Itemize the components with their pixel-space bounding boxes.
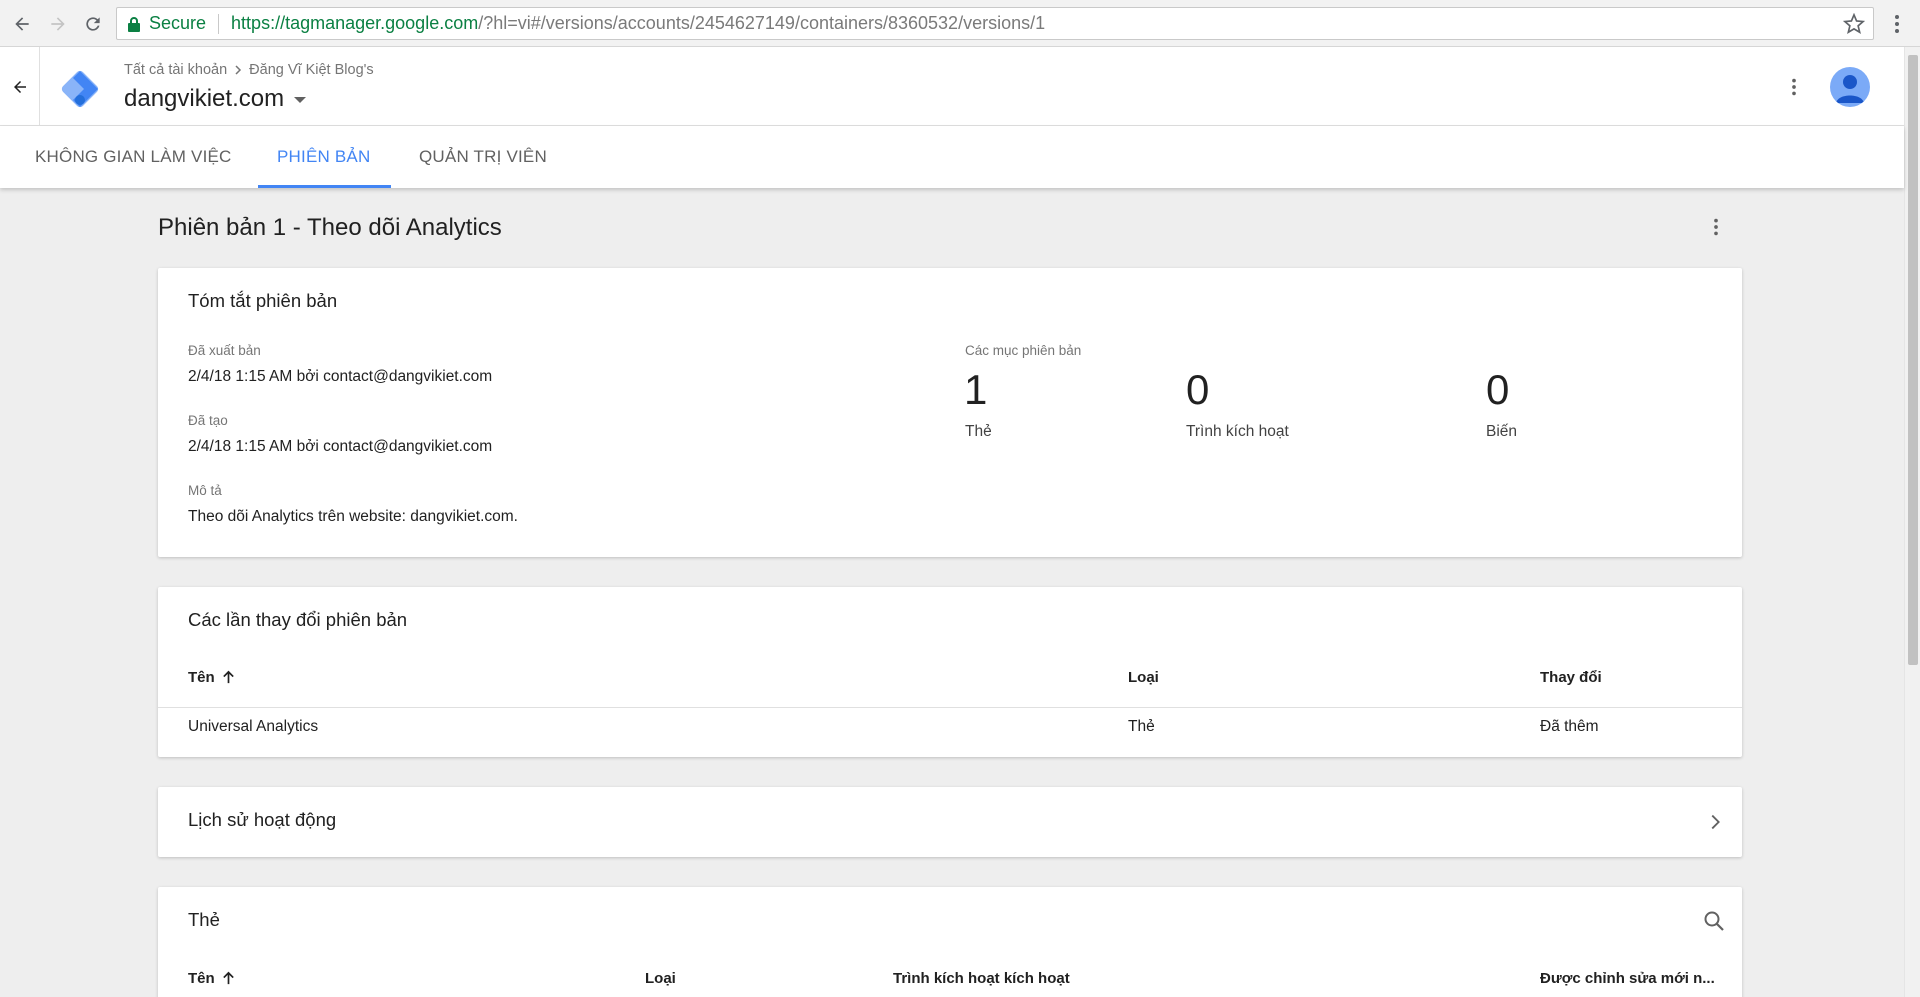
published-value: 2/4/18 1:15 AM bởi contact@dangvikiet.co… [188,368,493,385]
container-selector[interactable]: dangvikiet.com [124,85,307,113]
tag-count-label: Thẻ [965,423,992,440]
version-items-label: Các mục phiên bản [965,343,1082,358]
tags-column-type[interactable]: Loại [645,970,676,987]
version-summary-card: Tóm tắt phiên bản Đã xuất bản 2/4/18 1:1… [158,268,1742,557]
tags-column-triggers[interactable]: Trình kích hoạt kích hoạt [893,970,1070,987]
tab-versions[interactable]: PHIÊN BẢN [277,126,370,188]
created-value: 2/4/18 1:15 AM bởi contact@dangvikiet.co… [188,438,493,455]
column-header-type[interactable]: Loại [1128,669,1159,686]
lock-icon [128,16,140,32]
column-header-name[interactable]: Tên [188,669,236,686]
arrow-right-icon [51,17,65,31]
secure-label: Secure [149,13,207,33]
description-value: Theo dõi Analytics trên website: dangvik… [188,508,518,525]
dropdown-caret-icon [294,97,307,103]
sort-ascending-icon [222,670,234,684]
more-vert-icon [1792,78,1796,96]
browser-toolbar: Secure https://tagmanager.google.com /?h… [0,0,1920,47]
account-icon [1836,75,1864,103]
main-content: Phiên bản 1 - Theo dõi Analytics Tóm tắt… [0,188,1904,997]
breadcrumb-all-accounts[interactable]: Tất cả tài khoản [124,62,227,78]
created-label: Đã tạo [188,413,228,428]
column-name-label: Tên [188,669,215,686]
variable-count: 0 [1486,366,1510,413]
changes-title: Các lần thay đổi phiên bản [188,609,408,630]
app-header: Tất cả tài khoản Đăng Vĩ Kiệt Blog's dan… [0,47,1904,126]
description-label: Mô tả [188,483,222,498]
back-button[interactable] [0,47,40,126]
version-actions-button[interactable] [1704,215,1728,239]
browser-reload-button[interactable] [81,12,105,36]
tab-admin[interactable]: QUẢN TRỊ VIÊN [419,126,547,188]
reload-icon [86,17,100,31]
arrow-back-icon [13,80,26,93]
change-row-name[interactable]: Universal Analytics [188,718,318,736]
column-header-change[interactable]: Thay đổi [1540,669,1602,686]
browser-menu-icon[interactable] [1887,12,1907,36]
trigger-count-label: Trình kích hoạt [1186,423,1289,440]
tags-column-name-label: Tên [188,970,215,987]
arrow-left-icon [15,17,29,31]
search-icon[interactable] [1702,909,1726,933]
tag-manager-logo [61,70,99,108]
url-path: /?hl=vi#/versions/accounts/2454627149/co… [478,13,1046,33]
url-host: https://tagmanager.google.com [231,13,479,33]
breadcrumb: Tất cả tài khoản Đăng Vĩ Kiệt Blog's [124,62,374,78]
change-row-type: Thẻ [1128,718,1155,735]
browser-back-button[interactable] [10,12,34,36]
activity-history-card[interactable]: Lịch sử hoạt động [158,787,1742,857]
address-bar[interactable]: Secure https://tagmanager.google.com /?h… [116,7,1874,40]
more-vert-icon [1714,218,1718,236]
tags-title: Thẻ [188,909,220,930]
tags-column-last-edited[interactable]: Được chỉnh sửa mới n... [1540,970,1715,987]
tags-column-name[interactable]: Tên [188,970,236,987]
chevron-right-icon [235,65,242,75]
activity-title: Lịch sử hoạt động [188,809,337,830]
user-avatar[interactable] [1830,67,1870,107]
summary-title: Tóm tắt phiên bản [188,290,338,311]
tab-bar: KHÔNG GIAN LÀM VIỆC PHIÊN BẢN QUẢN TRỊ V… [0,126,1904,188]
bookmark-star-icon[interactable] [1843,13,1865,35]
version-changes-card: Các lần thay đổi phiên bản Tên Loại Thay… [158,587,1742,757]
published-label: Đã xuất bản [188,343,261,358]
sort-ascending-icon [222,971,234,985]
trigger-count: 0 [1186,366,1210,413]
active-tab-indicator [258,185,391,188]
breadcrumb-account[interactable]: Đăng Vĩ Kiệt Blog's [249,62,373,78]
change-row-change: Đã thêm [1540,718,1599,735]
more-options-button[interactable] [1782,75,1806,99]
chevron-right-icon [1711,814,1720,830]
tab-workspace[interactable]: KHÔNG GIAN LÀM VIỆC [35,126,232,188]
browser-forward-button[interactable] [46,12,70,36]
table-divider [158,707,1742,708]
tags-card: Thẻ Tên Loại Trình kích hoạt kích hoạt Đ… [158,887,1742,997]
container-name: dangvikiet.com [124,85,285,112]
variable-count-label: Biến [1486,423,1518,440]
address-divider [218,13,220,34]
page-scrollbar[interactable] [1904,47,1920,997]
page-title: Phiên bản 1 - Theo dõi Analytics [158,214,502,241]
tag-count: 1 [964,366,988,413]
scrollbar-thumb[interactable] [1908,55,1918,665]
